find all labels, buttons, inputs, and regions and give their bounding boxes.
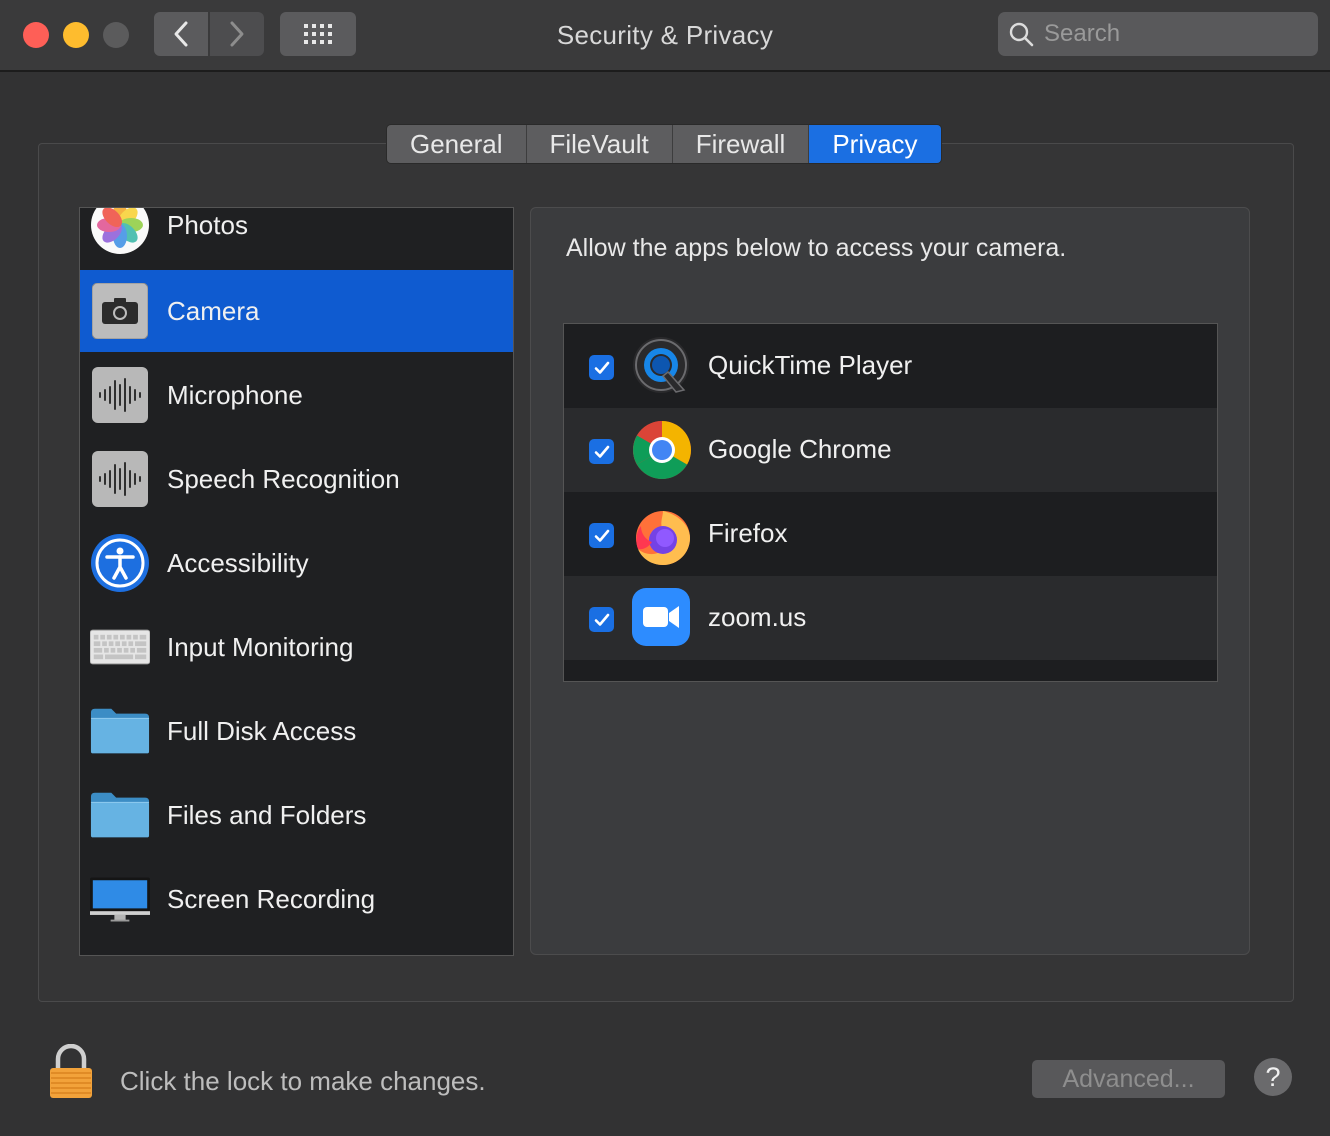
- firefox-icon: [632, 504, 692, 565]
- photos-icon: [90, 208, 150, 255]
- microphone-icon: [90, 365, 150, 425]
- sidebar-item-label: Photos: [167, 209, 248, 240]
- app-permission-list[interactable]: QuickTime Player Google Chrome Firefox z…: [563, 323, 1218, 682]
- search-field[interactable]: [998, 12, 1318, 56]
- sidebar-item-accessibility[interactable]: Accessibility: [80, 522, 513, 604]
- tab-general[interactable]: General: [387, 125, 527, 163]
- tab-firewall[interactable]: Firewall: [672, 125, 810, 163]
- tab-filevault[interactable]: FileVault: [526, 125, 673, 163]
- sidebar-item-label: Accessibility: [167, 547, 309, 578]
- lock-icon: [50, 1043, 92, 1098]
- app-row-zoom[interactable]: zoom.us: [564, 576, 1217, 660]
- quicktime-icon: [632, 336, 692, 396]
- help-button[interactable]: ?: [1254, 1058, 1292, 1096]
- checkmark-icon: [594, 613, 609, 626]
- sidebar-item-label: Full Disk Access: [167, 715, 357, 746]
- sidebar-item-full-disk-access[interactable]: Full Disk Access: [80, 690, 513, 772]
- lock-status-text: Click the lock to make changes.: [120, 1066, 486, 1096]
- quicktime-checkbox[interactable]: [589, 355, 614, 380]
- privacy-category-list[interactable]: Photos Camera Microphone Speech Recognit…: [79, 207, 514, 956]
- tab-bar: General FileVault Firewall Privacy: [386, 124, 942, 164]
- checkmark-icon: [594, 529, 609, 542]
- sidebar-item-files-and-folders[interactable]: Files and Folders: [80, 774, 513, 856]
- sidebar-item-label: Input Monitoring: [167, 631, 354, 662]
- sidebar-item-label: Screen Recording: [167, 883, 376, 914]
- title-bar: Security & Privacy: [0, 0, 1330, 72]
- folder-icon: [90, 785, 150, 845]
- speech-recognition-icon: [90, 449, 150, 509]
- folder-icon: [90, 701, 150, 761]
- checkmark-icon: [594, 361, 609, 374]
- checkmark-icon: [594, 445, 609, 458]
- app-row-quicktime[interactable]: QuickTime Player: [564, 324, 1217, 408]
- app-row-firefox[interactable]: Firefox: [564, 492, 1217, 576]
- chrome-checkbox[interactable]: [589, 439, 614, 464]
- sidebar-item-camera[interactable]: Camera: [80, 270, 513, 352]
- app-label: QuickTime Player: [708, 350, 913, 380]
- firefox-checkbox[interactable]: [589, 523, 614, 548]
- accessibility-icon: [90, 533, 150, 593]
- sidebar-item-screen-recording[interactable]: Screen Recording: [80, 858, 513, 940]
- keyboard-icon: [90, 617, 150, 677]
- camera-icon: [90, 281, 150, 341]
- sidebar-item-input-monitoring[interactable]: Input Monitoring: [80, 606, 513, 688]
- display-icon: [90, 869, 150, 929]
- sidebar-item-speech-recognition[interactable]: Speech Recognition: [80, 438, 513, 520]
- sidebar-item-microphone[interactable]: Microphone: [80, 354, 513, 436]
- search-icon: [1009, 22, 1034, 47]
- sidebar-item-label: Camera: [167, 295, 260, 326]
- app-row-chrome[interactable]: Google Chrome: [564, 408, 1217, 492]
- sidebar-item-photos[interactable]: Photos: [80, 208, 513, 266]
- lock-button[interactable]: [48, 1043, 94, 1105]
- tab-privacy[interactable]: Privacy: [809, 125, 941, 163]
- zoom-icon: [632, 588, 692, 648]
- app-label: Google Chrome: [708, 434, 892, 464]
- advanced-button[interactable]: Advanced...: [1032, 1060, 1225, 1098]
- sidebar-item-label: Speech Recognition: [167, 463, 400, 494]
- search-input[interactable]: [1042, 19, 1306, 49]
- sidebar-item-label: Files and Folders: [167, 799, 367, 830]
- app-label: zoom.us: [708, 602, 807, 632]
- chrome-icon: [632, 420, 692, 480]
- app-label: Firefox: [708, 518, 788, 548]
- sidebar-item-label: Microphone: [167, 379, 303, 410]
- zoom-checkbox[interactable]: [589, 607, 614, 632]
- access-prompt: Allow the apps below to access your came…: [566, 234, 1067, 262]
